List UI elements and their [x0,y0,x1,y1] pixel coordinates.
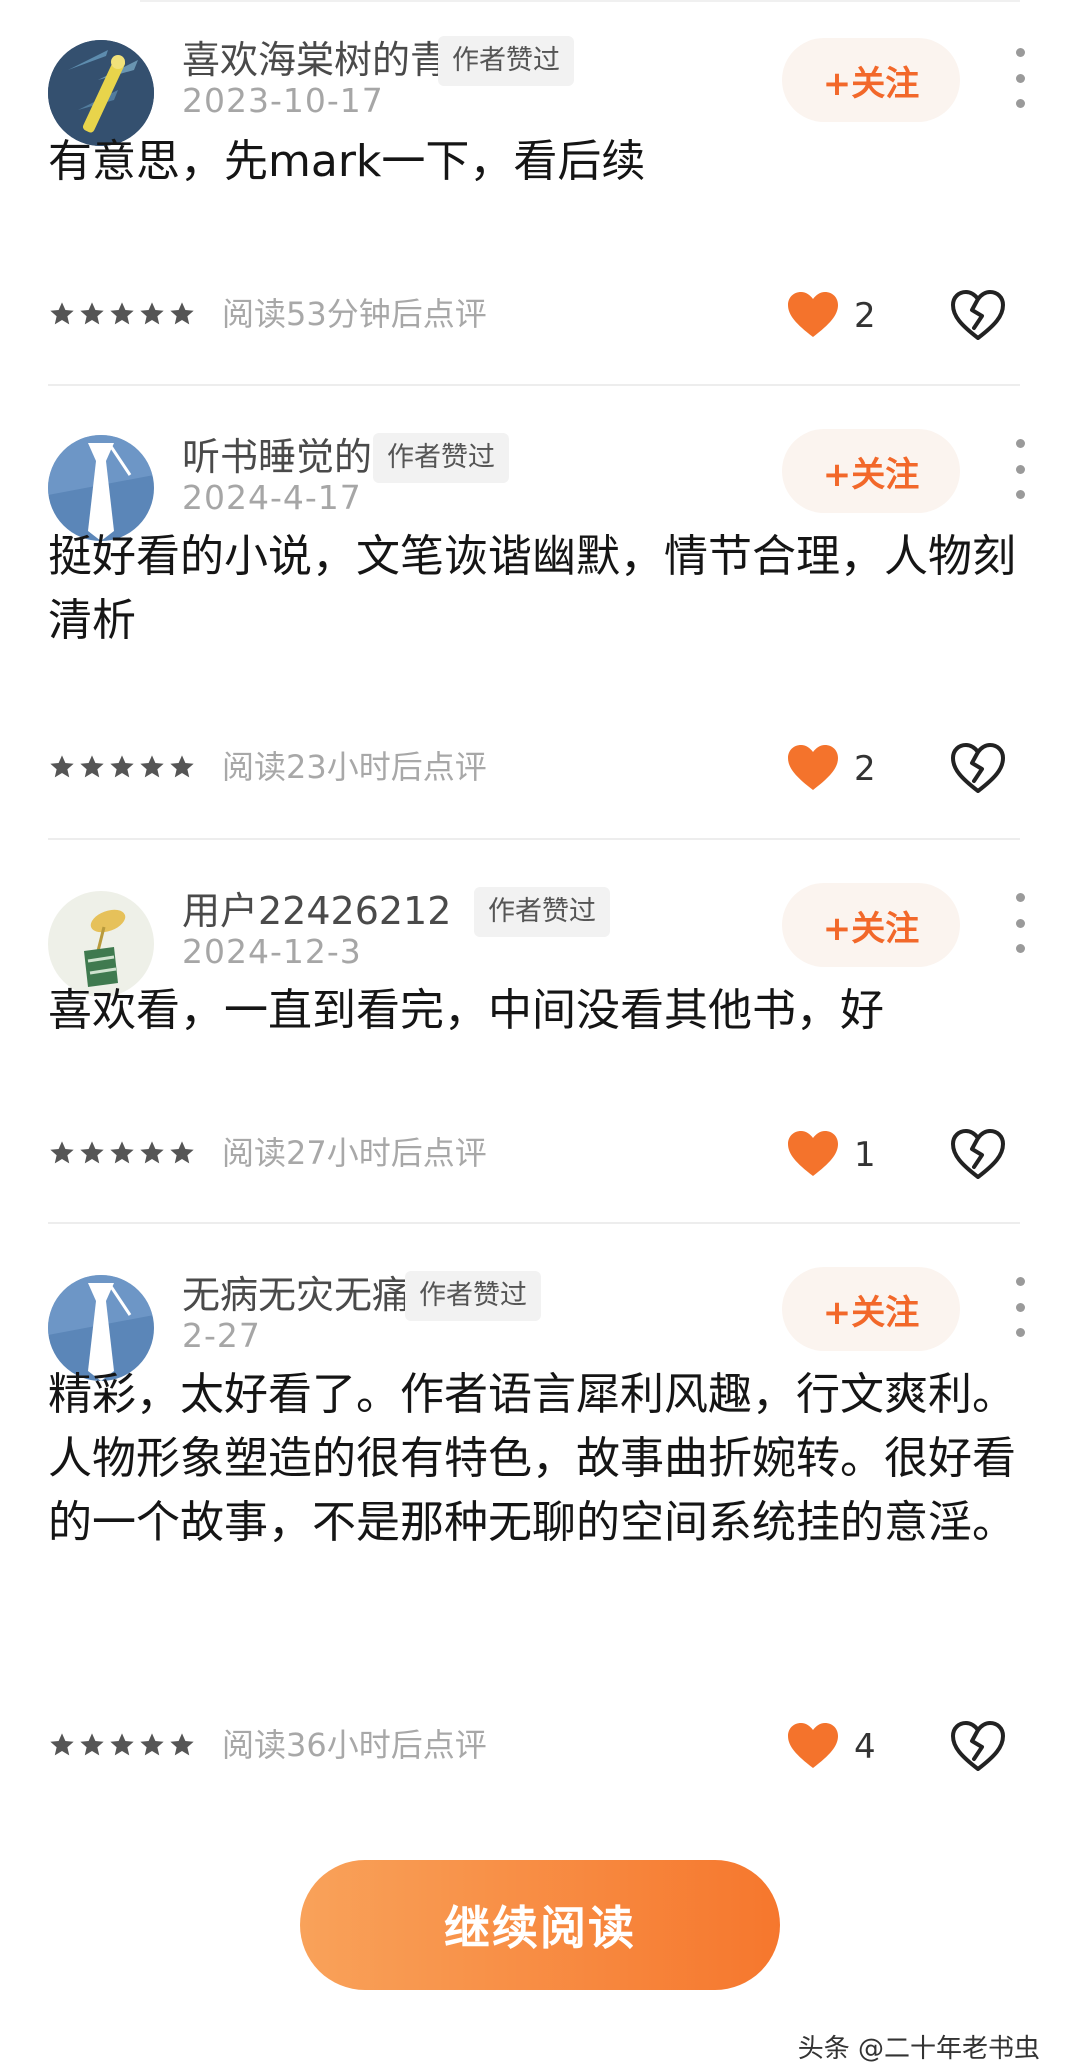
more-options-button[interactable] [1006,439,1034,499]
star-icon [170,302,194,325]
read-duration-note: 阅读27小时后点评 [222,1134,487,1172]
star-rating [48,753,196,783]
follow-button[interactable]: +关注 [782,429,960,513]
dot-icon [1015,48,1025,57]
broken-heart-icon[interactable] [950,1719,1006,1773]
heart-like-icon[interactable] [786,1721,840,1771]
continue-reading-button[interactable]: 继续阅读 [300,1860,780,1990]
star-icon [170,755,194,778]
comment-divider [48,1222,1020,1224]
author-liked-badge: 作者赞过 [474,887,610,937]
comment-divider [48,384,1020,386]
star-icon [50,1141,74,1164]
dot-icon [1015,1328,1025,1337]
heart-like-icon[interactable] [786,1129,840,1179]
follow-button[interactable]: +关注 [782,1267,960,1351]
author-liked-badge: 作者赞过 [438,36,574,86]
star-icon [140,1733,164,1756]
heart-like-icon[interactable] [786,743,840,793]
star-icon [140,1141,164,1164]
username[interactable]: 用户22426212 [182,887,451,935]
dot-icon [1015,439,1025,448]
star-icon [80,302,104,325]
dot-icon [1015,893,1025,902]
dot-icon [1015,490,1025,499]
comment-date: 2023-10-17 [182,81,384,120]
star-icon [140,302,164,325]
like-count: 2 [854,296,876,336]
star-rating [48,300,196,330]
heart-like-icon[interactable] [786,290,840,340]
dot-icon [1015,1302,1025,1312]
dot-icon [1015,918,1025,928]
star-icon [80,1141,104,1164]
star-rating [48,1139,196,1169]
star-icon [110,1141,134,1164]
watermark: 头条 @二十年老书虫 [797,2034,1040,2064]
like-count: 2 [854,749,876,789]
read-duration-note: 阅读53分钟后点评 [222,295,487,333]
star-icon [80,1733,104,1756]
comment-date: 2-27 [182,1316,261,1355]
star-icon [50,755,74,778]
star-icon [110,302,134,325]
dot-icon [1015,944,1025,953]
like-count: 4 [854,1727,876,1767]
comments-page: 喜欢海棠树的青甲龙 作者赞过 2023-10-17 +关注 有意思，先mark一… [0,0,1068,2065]
like-count: 1 [854,1135,876,1175]
comment-date: 2024-12-3 [182,932,362,971]
dot-icon [1015,1277,1025,1286]
star-icon [170,1733,194,1756]
star-icon [80,755,104,778]
broken-heart-icon[interactable] [950,741,1006,795]
star-icon [170,1141,194,1164]
follow-button[interactable]: +关注 [782,883,960,967]
star-icon [50,302,74,325]
comment-text: 有意思，先mark一下，看后续 [48,136,646,187]
more-options-button[interactable] [1006,893,1034,953]
top-divider [140,0,1020,2]
more-options-button[interactable] [1006,1277,1034,1337]
star-icon [110,1733,134,1756]
more-options-button[interactable] [1006,48,1034,108]
dot-icon [1015,73,1025,83]
star-rating [48,1731,196,1761]
read-duration-note: 阅读23小时后点评 [222,748,487,786]
follow-button[interactable]: +关注 [782,38,960,122]
comment-date: 2024-4-17 [182,478,362,517]
dot-icon [1015,99,1025,108]
star-icon [50,1733,74,1756]
author-liked-badge: 作者赞过 [373,433,509,483]
star-icon [110,755,134,778]
comment-text: 精彩，太好看了。作者语言犀利风趣，行文爽利。人物形象塑造的很有特色，故事曲折婉转… [48,1369,1016,1548]
broken-heart-icon[interactable] [950,1127,1006,1181]
dot-icon [1015,464,1025,474]
comment-divider [48,838,1020,840]
star-icon [140,755,164,778]
comment-text: 喜欢看，一直到看完，中间没看其他书，好 [48,985,884,1036]
comment-text: 挺好看的小说，文笔诙谐幽默，情节合理，人物刻清析 [48,531,1016,646]
broken-heart-icon[interactable] [950,288,1006,342]
read-duration-note: 阅读36小时后点评 [222,1726,487,1764]
author-liked-badge: 作者赞过 [405,1271,541,1321]
